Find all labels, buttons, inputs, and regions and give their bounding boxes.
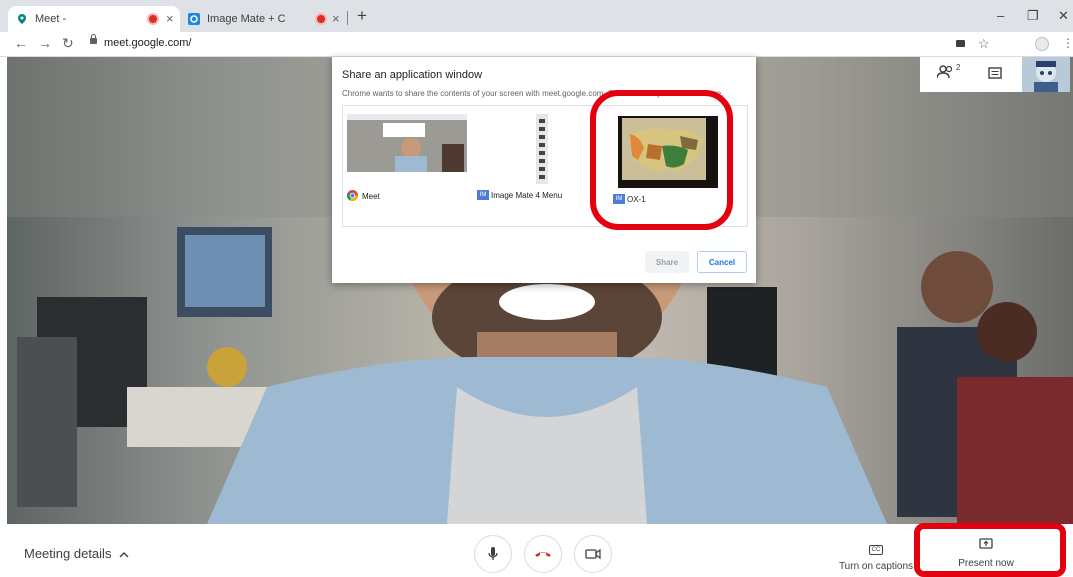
chat-icon[interactable] — [988, 67, 1002, 85]
meet-favicon-icon — [16, 13, 28, 25]
meeting-top-bar: 2 — [920, 57, 1070, 92]
meeting-controls-bar: Meeting details CC Turn on captions Pres… — [0, 524, 1073, 577]
forward-arrow-icon[interactable]: → — [38, 35, 52, 51]
recording-indicator-icon — [149, 15, 157, 23]
present-screen-icon — [979, 536, 993, 554]
hang-up-phone-icon — [535, 552, 551, 557]
camera-button[interactable] — [574, 535, 612, 573]
dialog-title: Share an application window — [342, 69, 483, 81]
participants-icon[interactable] — [936, 65, 955, 82]
browser-tab-strip: Meet - × Image Mate + C × + – ❐ ✕ — [0, 0, 1073, 32]
image-mate-favicon-icon — [188, 13, 200, 25]
minimize-button[interactable]: – — [997, 8, 1004, 23]
hang-up-button[interactable] — [524, 535, 562, 573]
meeting-details-label: Meeting details — [24, 546, 112, 561]
address-bar: ← → ↻ meet.google.com/ ☆ ⋮ — [0, 32, 1073, 57]
close-tab-icon[interactable]: × — [332, 11, 340, 26]
image-mate-menu-thumbnail — [536, 114, 548, 184]
close-window-button[interactable]: ✕ — [1058, 8, 1069, 24]
tab-image-mate[interactable]: Image Mate + C × — [180, 6, 348, 32]
share-button[interactable]: Share — [645, 251, 689, 273]
tab-title: Image Mate + C — [207, 13, 286, 25]
ox-1-window-thumbnail — [618, 116, 718, 188]
image-mate-app-icon: IM — [477, 190, 489, 200]
back-arrow-icon[interactable]: ← — [14, 35, 28, 51]
window-label: Image Mate 4 Menu — [491, 190, 563, 200]
bookmark-star-icon[interactable]: ☆ — [978, 36, 990, 52]
window-picker: Meet IM Image Mate 4 Menu IM OX-1 — [342, 105, 748, 227]
tab-title: Meet - — [35, 13, 67, 25]
captions-button[interactable]: CC Turn on captions — [838, 538, 914, 572]
url-field[interactable]: meet.google.com/ — [104, 37, 191, 49]
meet-window-thumbnail — [347, 114, 467, 172]
meeting-details-button[interactable]: Meeting details — [24, 546, 129, 561]
present-now-button[interactable]: Present now — [924, 536, 1048, 572]
microphone-button[interactable] — [474, 535, 512, 573]
microphone-icon — [488, 547, 498, 560]
chrome-icon — [346, 190, 358, 203]
share-window-dialog: Share an application window Chrome wants… — [332, 57, 756, 283]
camera-in-use-icon[interactable] — [956, 40, 965, 47]
closed-captions-icon: CC — [868, 545, 884, 555]
lock-icon — [90, 34, 97, 44]
video-camera-icon — [585, 548, 601, 560]
window-option-ox-1[interactable]: IM OX-1 — [611, 112, 731, 204]
dialog-subtitle: Chrome wants to share the contents of yo… — [342, 89, 724, 98]
chevron-up-icon — [119, 546, 129, 561]
profile-avatar-icon[interactable] — [1035, 37, 1049, 51]
recording-indicator-icon — [317, 15, 325, 23]
image-mate-app-icon: IM — [613, 194, 625, 204]
tab-meet[interactable]: Meet - × — [8, 6, 180, 32]
reload-icon[interactable]: ↻ — [62, 35, 74, 52]
new-tab-button[interactable]: + — [357, 6, 367, 26]
menu-kebab-icon[interactable]: ⋮ — [1062, 36, 1073, 50]
present-now-label: Present now — [958, 558, 1014, 569]
window-option-meet[interactable]: Meet — [346, 114, 469, 202]
window-label: OX-1 — [627, 194, 646, 204]
participant-count: 2 — [956, 63, 961, 72]
restore-button[interactable]: ❐ — [1027, 8, 1039, 24]
cancel-button[interactable]: Cancel — [697, 251, 747, 273]
tab-separator — [347, 11, 348, 25]
self-view-avatar[interactable] — [1022, 57, 1070, 92]
captions-label: Turn on captions — [838, 561, 914, 572]
window-option-image-mate-menu[interactable]: IM Image Mate 4 Menu — [477, 114, 607, 200]
window-label: Meet — [362, 192, 380, 201]
close-tab-icon[interactable]: × — [166, 11, 174, 26]
